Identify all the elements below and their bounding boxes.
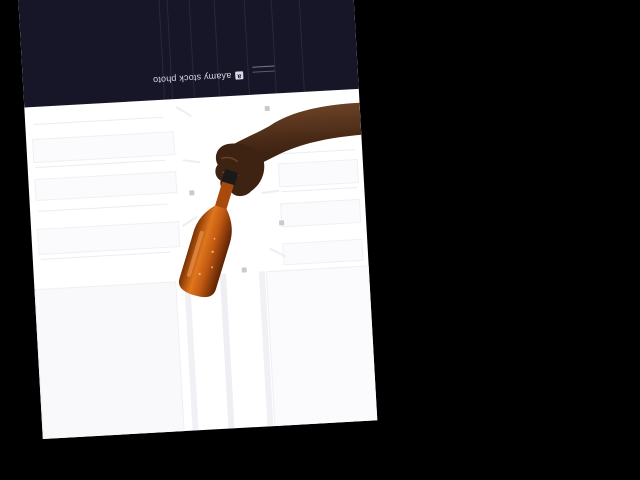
rotated-photo: a aʎamy stock photo — [17, 0, 378, 439]
bottle-body — [178, 205, 232, 298]
hand-holding-bottle — [178, 102, 362, 298]
bottle-neck — [214, 181, 234, 210]
photo-canvas: a aʎamy stock photo — [0, 0, 640, 480]
